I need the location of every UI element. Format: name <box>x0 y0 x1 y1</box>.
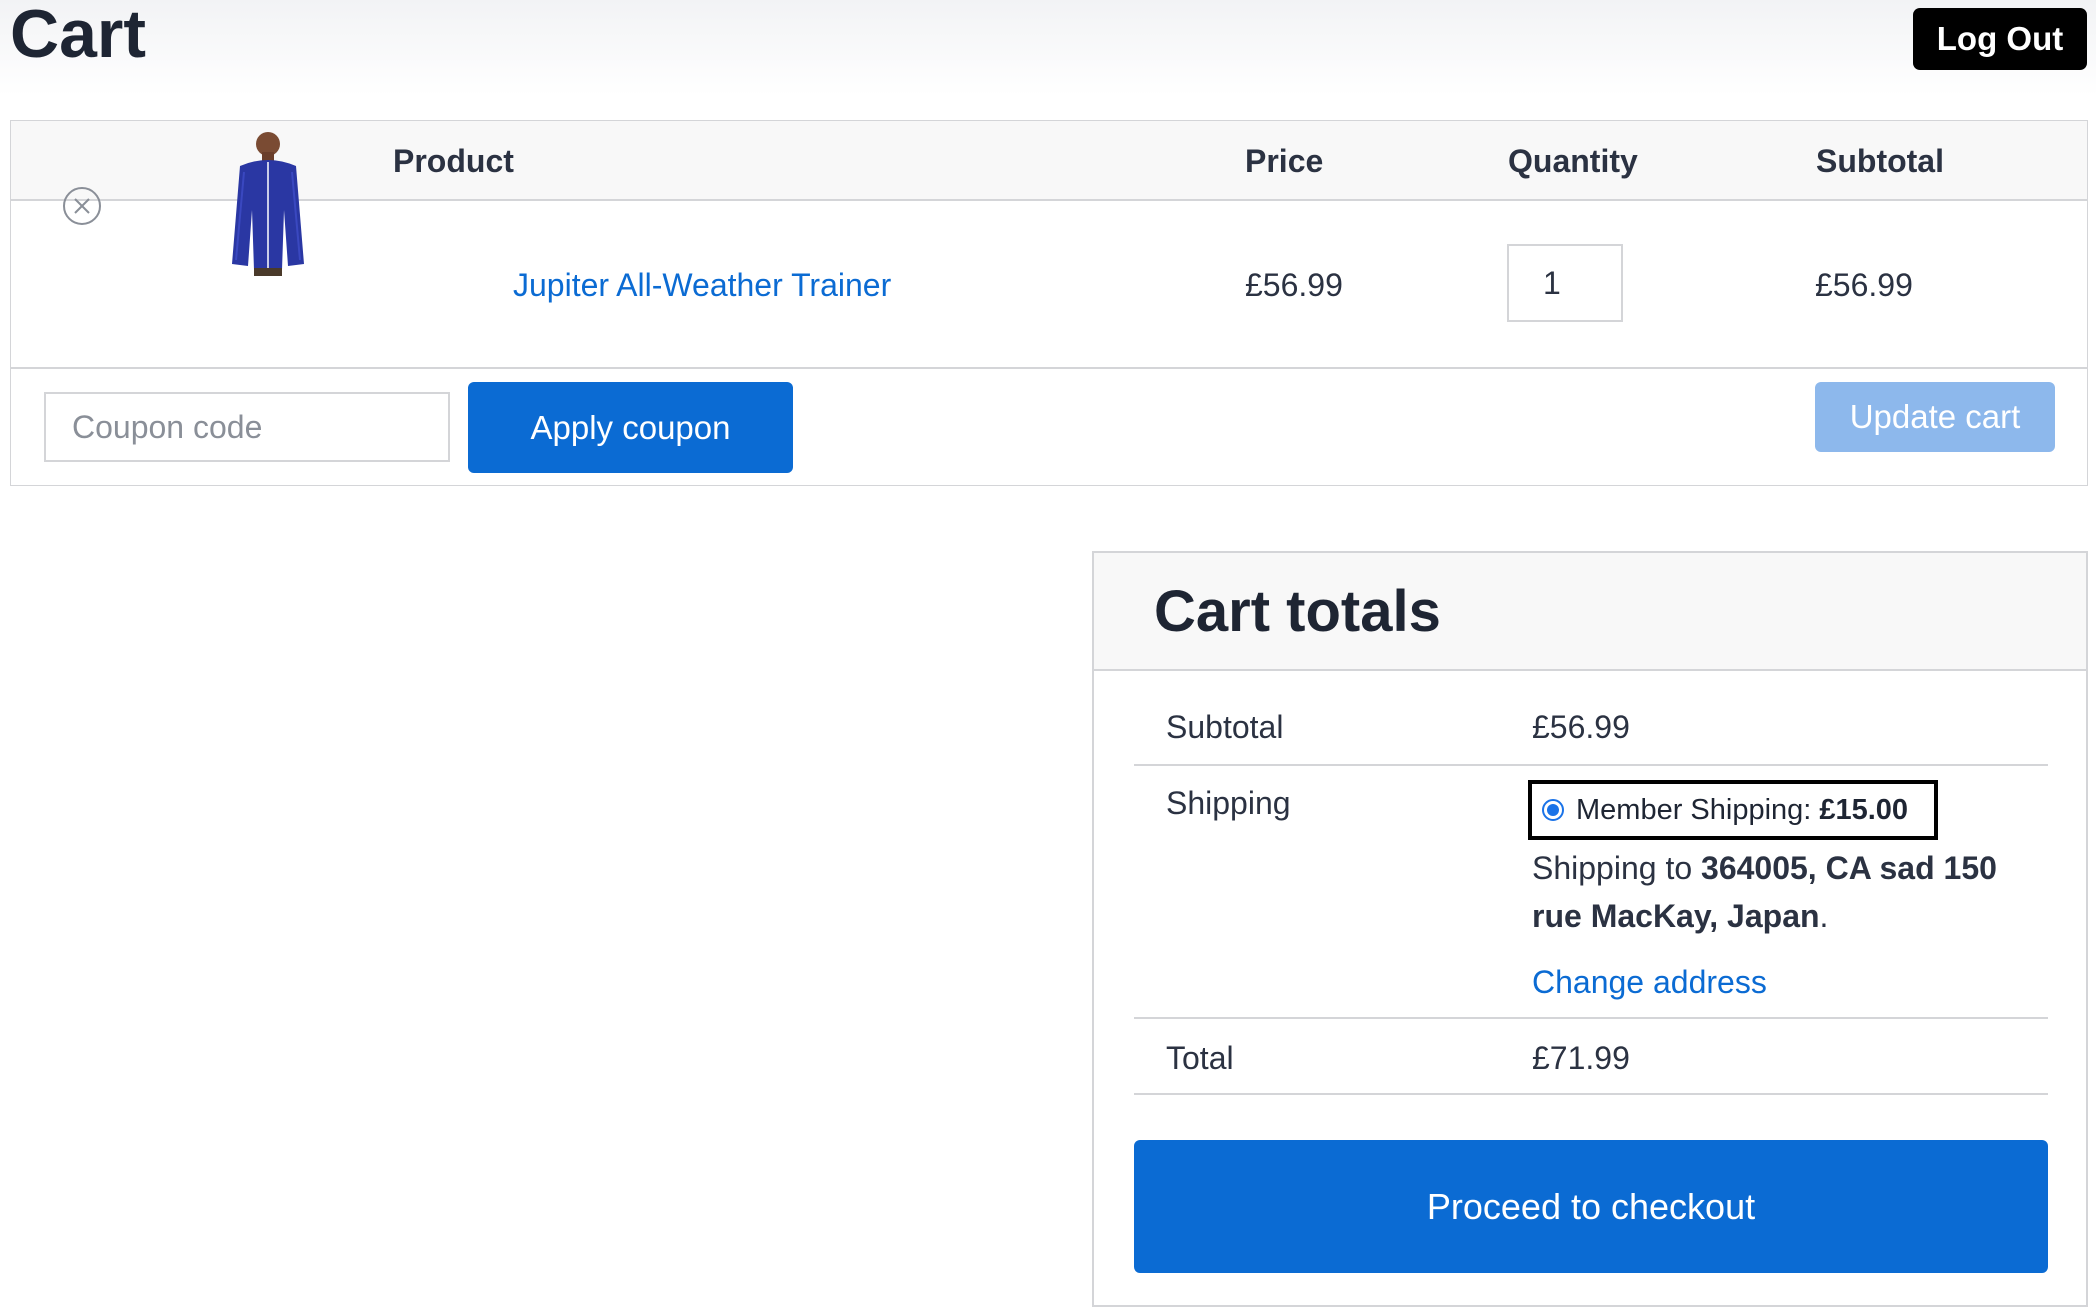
column-header-product: Product <box>393 143 514 179</box>
shipping-to-suffix: . <box>1819 898 1829 934</box>
subtotal-label: Subtotal <box>1166 709 1284 745</box>
cart-totals-title: Cart totals <box>1154 579 1441 644</box>
subtotal-value: £56.99 <box>1532 709 1630 745</box>
apply-coupon-button[interactable]: Apply coupon <box>468 382 793 473</box>
logout-button[interactable]: Log Out <box>1913 8 2087 70</box>
page-title: Cart <box>10 0 147 72</box>
divider <box>1134 1017 2048 1019</box>
column-header-subtotal: Subtotal <box>1816 143 1944 179</box>
shipping-to-prefix: Shipping to <box>1532 850 1693 886</box>
update-cart-button[interactable]: Update cart <box>1815 382 2055 452</box>
coupon-code-input[interactable] <box>44 392 450 462</box>
item-price: £56.99 <box>1245 267 1343 303</box>
quantity-input[interactable] <box>1507 244 1623 322</box>
column-header-price: Price <box>1245 143 1324 179</box>
divider <box>1134 1093 2048 1095</box>
product-link[interactable]: Jupiter All-Weather Trainer <box>513 265 891 305</box>
total-value: £71.99 <box>1532 1040 1630 1076</box>
remove-circle-x-icon[interactable] <box>62 186 102 226</box>
change-address-link[interactable]: Change address <box>1532 962 1767 1002</box>
shipping-option[interactable]: Member Shipping: £15.00 <box>1528 780 1938 840</box>
radio-selected-dot <box>1547 804 1559 816</box>
cart-totals-header: Cart totals <box>1094 553 2086 671</box>
column-header-quantity: Quantity <box>1508 143 1638 179</box>
total-label: Total <box>1166 1040 1234 1076</box>
shipping-radio[interactable] <box>1542 799 1564 821</box>
divider <box>1134 764 2048 766</box>
shipping-label: Shipping <box>1166 785 1291 821</box>
proceed-to-checkout-button[interactable]: Proceed to checkout <box>1134 1140 2048 1273</box>
table-row <box>11 201 2087 369</box>
shipping-option-price: £15.00 <box>1819 793 1909 826</box>
shipping-option-label: Member Shipping: <box>1576 793 1812 826</box>
shipping-destination: Shipping to 364005, CA sad 150 rue MacKa… <box>1532 844 2032 940</box>
page-header <box>0 0 2096 96</box>
product-thumbnail-jacket-image[interactable] <box>218 132 318 276</box>
item-subtotal: £56.99 <box>1815 267 1913 303</box>
cart-table-header: Product Price Quantity Subtotal <box>11 121 2087 201</box>
